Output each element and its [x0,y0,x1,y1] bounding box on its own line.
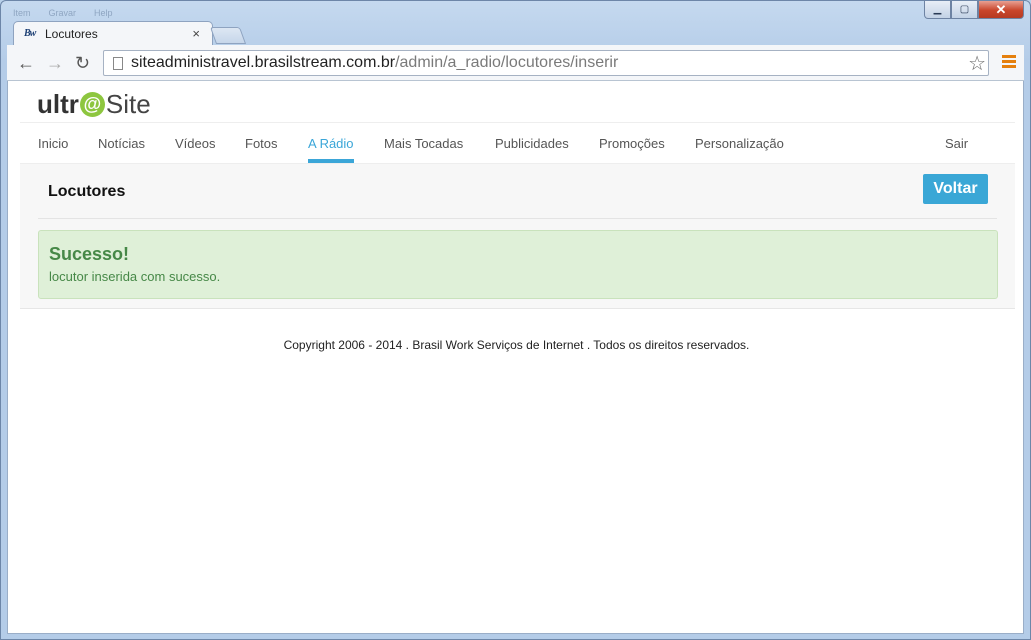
ghost-menu-item: Item [13,8,31,18]
url-host: siteadministravel.brasilstream.com.br [131,54,396,71]
main-nav: Inicio Notícias Vídeos Fotos A Rádio Mai… [20,122,1015,164]
logo-text-ultr: ultr [37,89,79,119]
divider [38,218,997,219]
nav-item-fotos[interactable]: Fotos [245,136,278,151]
browser-toolbar: ← → ↻ siteadministravel.brasilstream.com… [7,45,1024,81]
nav-item-inicio[interactable]: Inicio [38,136,68,151]
page-viewport: ultr @ Site Inicio Notícias Vídeos Fotos A… [7,81,1024,634]
back-arrow-icon[interactable]: ← [17,53,35,74]
reload-icon[interactable]: ↻ [75,53,90,74]
browser-tab[interactable]: Bw Locutores × [13,21,213,46]
content-panel: Locutores Voltar Sucesso! locutor inseri… [20,164,1015,309]
nav-item-mais-tocadas[interactable]: Mais Tocadas [384,136,463,151]
logo-at-icon: @ [79,92,105,117]
minimize-button[interactable]: ▁ [924,1,951,19]
address-bar[interactable]: siteadministravel.brasilstream.com.br/ad… [103,50,989,76]
alert-message: locutor inserida com sucesso. [49,269,221,284]
active-tab-indicator [308,159,354,163]
tab-title: Locutores [45,27,98,41]
nav-item-a-radio[interactable]: A Rádio [308,136,354,151]
forward-arrow-icon[interactable]: → [46,53,64,74]
nav-item-noticias[interactable]: Notícias [98,136,145,151]
alert-title: Sucesso! [49,244,130,264]
page-icon [113,56,123,70]
url-path: /admin/a_radio/locutores/inserir [395,54,619,71]
success-alert: Sucesso! locutor inserida com sucesso. [38,230,998,299]
nav-item-publicidades[interactable]: Publicidades [495,136,569,151]
browser-window: Item Gravar Help ▁ ▢ ✕ Bw Locutores × ← … [0,0,1031,640]
url-text[interactable]: siteadministravel.brasilstream.com.br/ad… [131,54,618,72]
page-title: Locutores [48,183,126,200]
new-tab-button[interactable] [209,27,247,44]
favicon-icon: Bw [24,28,36,39]
logout-link[interactable]: Sair [945,136,968,151]
nav-item-personalizacao[interactable]: Personalização [695,136,784,151]
window-menu-ghost: Item Gravar Help [13,8,113,18]
tab-close-icon[interactable]: × [192,26,200,41]
footer-copyright: Copyright 2006 - 2014 . Brasil Work Serv… [283,338,750,352]
back-button[interactable]: Voltar [923,174,988,204]
nav-item-promocoes[interactable]: Promoções [599,136,665,151]
browser-menu-icon[interactable] [1002,55,1016,70]
logo-text-site: Site [105,89,151,119]
close-window-button[interactable]: ✕ [978,1,1024,19]
site-logo[interactable]: ultr @ Site [37,89,151,120]
window-controls: ▁ ▢ ✕ [924,1,1024,19]
ghost-menu-item: Gravar [48,8,77,18]
maximize-button[interactable]: ▢ [951,1,978,19]
ghost-menu-item: Help [94,8,113,18]
nav-item-videos[interactable]: Vídeos [175,136,215,151]
bookmark-star-icon[interactable]: ☆ [968,51,986,76]
